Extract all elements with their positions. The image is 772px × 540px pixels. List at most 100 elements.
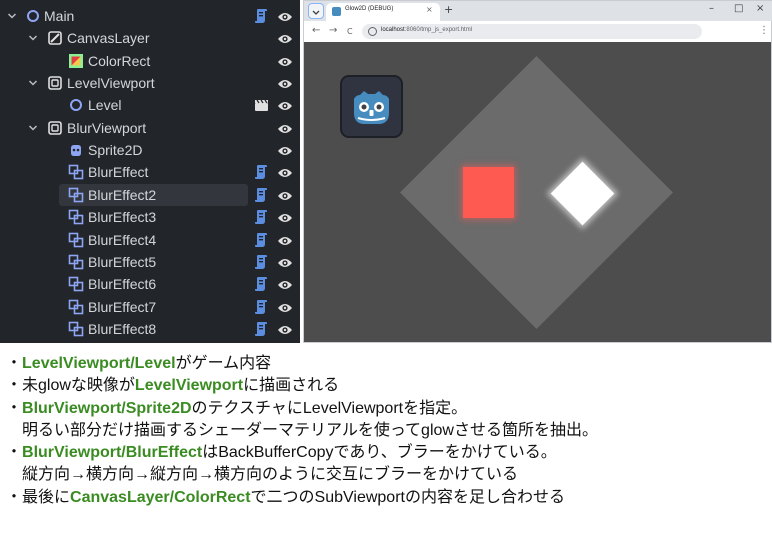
visibility-eye-icon[interactable] — [277, 256, 293, 268]
backbuffer-copy-icon — [68, 232, 84, 248]
tree-item-label: BlurEffect2 — [88, 186, 157, 203]
visibility-eye-icon[interactable] — [277, 323, 293, 335]
visibility-eye-icon[interactable] — [277, 144, 293, 156]
tree-item-blureffect7[interactable]: BlurEffect7 — [0, 296, 300, 318]
tree-item-label: BlurEffect7 — [88, 298, 157, 315]
tree-item-blureffect4[interactable]: BlurEffect4 — [0, 229, 300, 251]
red-square — [463, 167, 514, 218]
visibility-eye-icon[interactable] — [277, 301, 293, 313]
visibility-eye-icon[interactable] — [277, 122, 293, 134]
script-icon[interactable] — [254, 232, 268, 248]
color-rect-icon — [68, 53, 84, 69]
tree-item-label: BlurEffect5 — [88, 253, 157, 270]
tree-item-label: Sprite2D — [88, 142, 143, 159]
node-circle-icon — [68, 97, 84, 113]
tree-item-level[interactable]: Level — [0, 94, 300, 116]
tree-item-blureffect5[interactable]: BlurEffect5 — [0, 251, 300, 273]
visibility-eye-icon[interactable] — [277, 189, 293, 201]
visibility-eye-icon[interactable] — [277, 10, 293, 22]
back-button[interactable]: ← — [312, 25, 320, 37]
subviewport-icon — [47, 75, 63, 91]
tree-item-colorrect[interactable]: ColorRect — [0, 50, 300, 72]
tab-close-icon[interactable]: × — [426, 5, 433, 14]
address-bar[interactable]: localhost:8060/tmp_js_export.html — [362, 24, 702, 39]
tree-item-sprite2d[interactable]: Sprite2D — [0, 139, 300, 161]
script-icon[interactable] — [254, 8, 268, 24]
tree-item-blurviewport[interactable]: BlurViewport — [0, 117, 300, 139]
visibility-eye-icon[interactable] — [277, 234, 293, 246]
expand-arrow-icon[interactable] — [27, 122, 39, 134]
visibility-eye-icon[interactable] — [277, 77, 293, 89]
note-line-5: ・BlurViewport/BlurEffectはBackBufferCopyで… — [6, 444, 557, 462]
tree-item-canvaslayer[interactable]: CanvasLayer — [0, 27, 300, 49]
highlight-term: CanvasLayer/ColorRect — [70, 488, 251, 506]
maximize-button[interactable]: □ — [734, 3, 743, 15]
browser-menu-icon[interactable]: ⋮ — [759, 25, 769, 37]
site-info-icon[interactable] — [368, 27, 377, 36]
visibility-eye-icon[interactable] — [277, 99, 293, 111]
instance-scene-icon[interactable] — [254, 98, 269, 112]
script-icon[interactable] — [254, 276, 268, 292]
expand-arrow-icon[interactable] — [6, 10, 18, 22]
tree-item-blureffect[interactable]: BlurEffect — [0, 161, 300, 183]
visibility-eye-icon[interactable] — [277, 166, 293, 178]
scene-tree-panel: Main CanvasLayer ColorRect LevelViewport Lev… — [0, 0, 300, 343]
note-line-1: ・LevelViewport/Levelがゲーム内容 — [6, 355, 272, 372]
script-icon[interactable] — [254, 187, 268, 203]
minimize-button[interactable]: – — [709, 3, 714, 15]
node-circle-icon — [25, 8, 41, 24]
expand-arrow-icon[interactable] — [27, 77, 39, 89]
tree-item-blureffect6[interactable]: BlurEffect6 — [0, 273, 300, 295]
forward-button[interactable]: → — [329, 25, 337, 37]
tree-item-blureffect2[interactable]: BlurEffect2 — [0, 183, 300, 206]
sprite2d-icon — [68, 142, 84, 158]
visibility-eye-icon[interactable] — [277, 32, 293, 44]
browser-window: Glow2D (DEBUG) × + – □ × ← → C localhost… — [303, 0, 772, 343]
visibility-eye-icon[interactable] — [277, 211, 293, 223]
tree-item-label: BlurEffect8 — [88, 320, 157, 337]
tree-item-levelviewport[interactable]: LevelViewport — [0, 72, 300, 94]
tab-strip: Glow2D (DEBUG) × + – □ × — [304, 1, 772, 21]
backbuffer-copy-icon — [68, 187, 84, 203]
tree-item-main[interactable]: Main — [0, 5, 300, 27]
script-icon[interactable] — [254, 164, 268, 180]
godot-favicon-icon — [332, 7, 341, 16]
tree-item-label: BlurEffect6 — [88, 276, 157, 293]
tree-item-label: BlurEffect4 — [88, 231, 157, 248]
godot-logo-icon — [340, 75, 403, 138]
script-icon[interactable] — [254, 209, 268, 225]
tree-item-label: BlurEffect — [88, 164, 149, 181]
script-icon[interactable] — [254, 299, 268, 315]
highlight-term: LevelViewport/Level — [22, 355, 176, 372]
tree-item-label: BlurViewport — [67, 119, 147, 136]
script-icon[interactable] — [254, 321, 268, 337]
backbuffer-copy-icon — [68, 299, 84, 315]
visibility-eye-icon[interactable] — [277, 55, 293, 67]
close-window-button[interactable]: × — [756, 3, 764, 15]
highlight-term: LevelViewport — [134, 377, 244, 395]
reload-button[interactable]: C — [347, 26, 353, 38]
tree-item-label: Main — [44, 8, 75, 24]
script-icon[interactable] — [254, 254, 268, 270]
backbuffer-copy-icon — [68, 254, 84, 270]
tree-item-label: Level — [88, 97, 122, 114]
backbuffer-copy-icon — [68, 209, 84, 225]
highlight-term: BlurViewport/Sprite2D — [22, 399, 192, 417]
expand-arrow-icon[interactable] — [27, 32, 39, 44]
url-path: :8060/tmp_js_export.html — [404, 27, 473, 33]
browser-tab[interactable]: Glow2D (DEBUG) × — [326, 3, 440, 21]
tree-item-label: LevelViewport — [67, 75, 155, 92]
game-viewport[interactable] — [304, 42, 771, 342]
note-line-4: 明るい部分だけ描画するシェーダーマテリアルを使ってglowさせる箇所を抽出。 — [22, 421, 598, 439]
tree-item-blureffect3[interactable]: BlurEffect3 — [0, 206, 300, 228]
tree-item-label: ColorRect — [88, 52, 151, 69]
backbuffer-copy-icon — [68, 321, 84, 337]
visibility-eye-icon[interactable] — [277, 278, 293, 290]
tab-search-button[interactable] — [308, 3, 324, 19]
tree-item-blureffect8[interactable]: BlurEffect8 — [0, 318, 300, 340]
subviewport-icon — [47, 120, 63, 136]
tree-item-label: BlurEffect3 — [88, 209, 157, 226]
url-text: localhost:8060/tmp_js_export.html — [381, 27, 472, 33]
backbuffer-copy-icon — [68, 276, 84, 292]
new-tab-button[interactable]: + — [444, 4, 453, 16]
